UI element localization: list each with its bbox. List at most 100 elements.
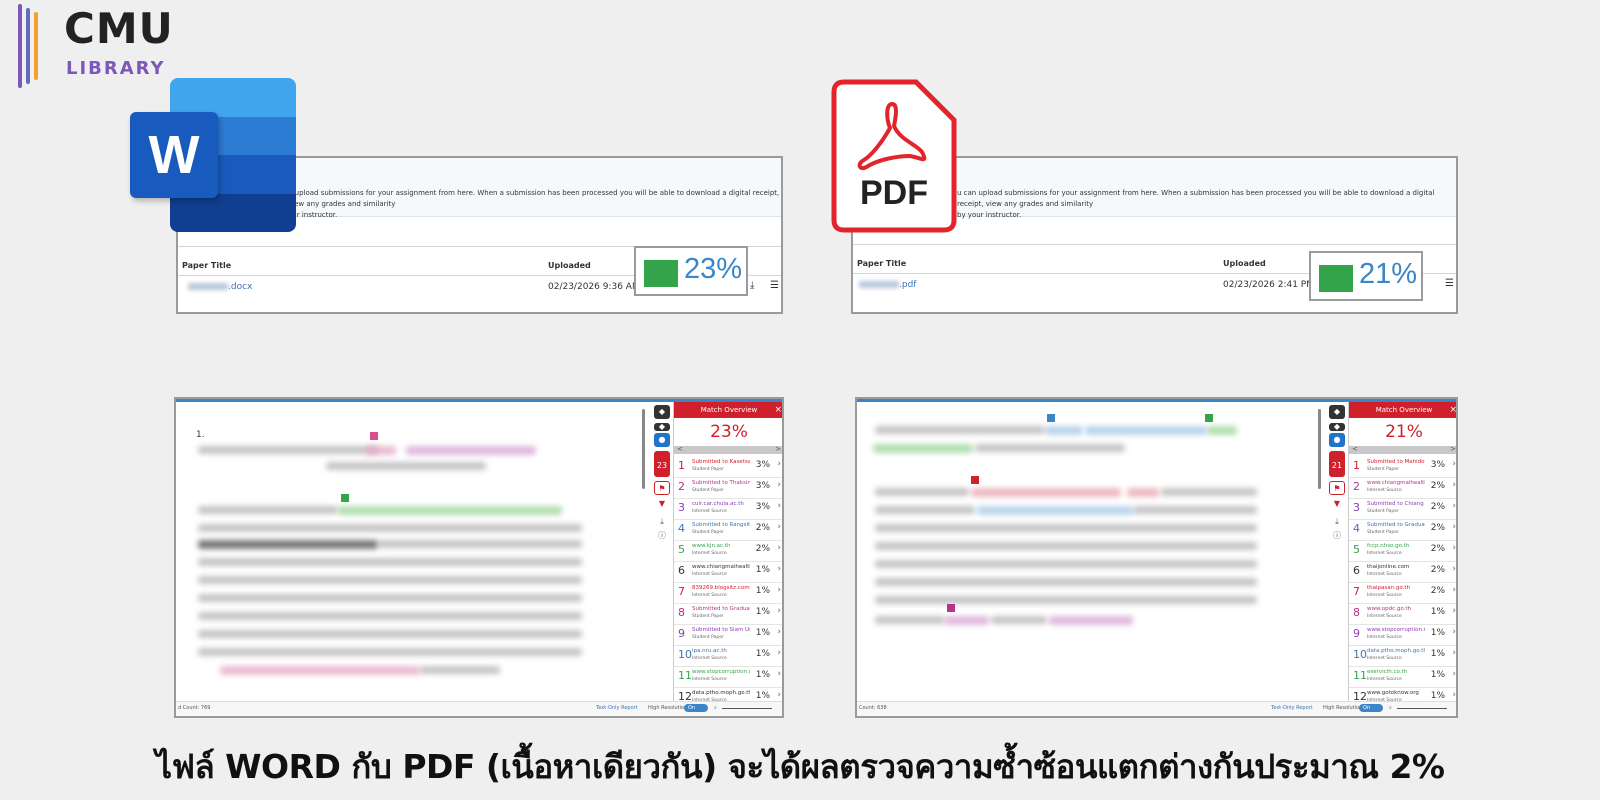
source-row[interactable]: 4 Submitted to Rangsit U... Student Paper 2… xyxy=(674,519,782,541)
layers-icon[interactable]: ◆ xyxy=(654,405,670,419)
highlighted-text[interactable] xyxy=(1049,616,1133,625)
source-row[interactable]: 3 cuir.car.chula.ac.th Internet Source 3% › xyxy=(674,498,782,520)
chevron-right-icon[interactable]: › xyxy=(1452,480,1456,490)
source-row[interactable]: 2 Submitted to Thaksin U... Student Paper 3… xyxy=(674,477,782,499)
highlighted-text[interactable] xyxy=(220,666,420,675)
high-resolution-toggle[interactable]: On xyxy=(684,704,708,712)
chevron-right-icon[interactable]: › xyxy=(777,606,781,616)
match-marker[interactable] xyxy=(370,432,378,440)
source-row[interactable]: 8 www.opdc.go.th Internet Source 1% › xyxy=(1349,603,1456,625)
highlighted-text[interactable] xyxy=(366,446,396,455)
source-row[interactable]: 10 ipa.nru.ac.th Internet Source 1% › xyxy=(674,645,782,667)
chevron-right-icon[interactable]: › xyxy=(1452,459,1456,469)
chevron-right-icon[interactable]: › xyxy=(777,543,781,553)
chevron-right-icon[interactable]: › xyxy=(1452,606,1456,616)
source-row[interactable]: 1 Submitted to Kasetsart... Student Paper 3… xyxy=(674,456,782,478)
chevron-right-icon[interactable]: › xyxy=(1452,648,1456,658)
comment-icon[interactable]: ● xyxy=(654,433,670,447)
source-row[interactable]: 10 data.ptho.moph.go.th Internet Source 1% › xyxy=(1349,645,1456,667)
close-icon[interactable]: × xyxy=(774,402,782,418)
flag-icon[interactable]: ⚑ xyxy=(654,481,670,495)
chevron-right-icon[interactable]: › xyxy=(1452,627,1456,637)
source-row[interactable]: 7 839269.blogsitz.com Internet Source 1% › xyxy=(674,582,782,604)
info-icon[interactable]: ⓘ xyxy=(1329,529,1345,543)
match-marker[interactable] xyxy=(1205,414,1213,422)
highlighted-text[interactable] xyxy=(873,444,973,453)
chevron-right-icon[interactable]: › xyxy=(1452,543,1456,553)
menu-icon[interactable]: ☰ xyxy=(770,280,779,291)
zoom-slider[interactable] xyxy=(722,708,772,709)
source-row[interactable]: 8 Submitted to Graduate... Student Paper 1%… xyxy=(674,603,782,625)
high-resolution-toggle[interactable]: On xyxy=(1359,704,1383,712)
source-row[interactable]: 11www.stopcorruption.m... Internet Source… xyxy=(674,666,782,688)
highlighted-text[interactable] xyxy=(971,488,1121,497)
highlighted-text[interactable] xyxy=(945,616,989,625)
filter-icon[interactable]: ▼ xyxy=(654,497,670,511)
info-icon[interactable]: ⓘ xyxy=(654,529,670,543)
similarity-score-box[interactable]: 21% xyxy=(1309,251,1423,301)
file-link[interactable]: .docx xyxy=(188,282,252,292)
source-row[interactable]: 6 www.chiangmaihealth.... Internet Source 1… xyxy=(674,561,782,583)
highlighted-text[interactable] xyxy=(1127,488,1159,497)
chevron-right-icon[interactable]: › xyxy=(777,585,781,595)
source-row[interactable]: 6 thaijonline.com Internet Source 2% › xyxy=(1349,561,1456,583)
chevron-right-icon[interactable]: › xyxy=(777,564,781,574)
source-row[interactable]: 7 thaipasan.go.th Internet Source 2% › xyxy=(1349,582,1456,604)
zoom-slider[interactable] xyxy=(1397,708,1447,709)
similarity-score-box[interactable]: 23% xyxy=(634,246,748,296)
file-link[interactable]: .pdf xyxy=(859,280,916,290)
chevron-right-icon[interactable]: › xyxy=(1452,522,1456,532)
zoom-icon[interactable]: ⌕ xyxy=(1389,705,1392,711)
highlighted-text[interactable] xyxy=(1207,426,1237,435)
highlighted-text[interactable] xyxy=(1085,426,1207,435)
chevron-right-icon[interactable]: › xyxy=(777,648,781,658)
text-only-report-link[interactable]: Text-Only Report xyxy=(596,705,638,711)
match-marker[interactable] xyxy=(971,476,979,484)
chevron-right-icon[interactable]: › xyxy=(1452,690,1456,700)
filter-icon[interactable]: ▼ xyxy=(1329,497,1345,511)
chevron-left-icon[interactable]: < xyxy=(677,445,683,453)
download-icon[interactable]: ⤓ xyxy=(1329,515,1345,529)
comment-icon[interactable]: ● xyxy=(1329,433,1345,447)
match-marker[interactable] xyxy=(1047,414,1055,422)
source-row[interactable]: 9 www.stopcorruption.m... Internet Source 1… xyxy=(1349,624,1456,646)
chevron-right-icon[interactable]: › xyxy=(777,669,781,679)
chevron-right-icon[interactable]: › xyxy=(777,501,781,511)
match-marker[interactable] xyxy=(341,494,349,502)
highlighted-text[interactable] xyxy=(977,506,1133,515)
chevron-right-icon[interactable]: > xyxy=(1450,445,1456,453)
document-scrollbar[interactable] xyxy=(1318,409,1321,489)
match-count-button[interactable]: 23 xyxy=(654,451,670,477)
close-icon[interactable]: × xyxy=(1449,402,1456,418)
chevron-right-icon[interactable]: › xyxy=(777,627,781,637)
match-count-button[interactable]: 21 xyxy=(1329,451,1345,477)
chevron-right-icon[interactable]: › xyxy=(1452,501,1456,511)
source-row[interactable]: 4 Submitted to Graduate ... Student Paper 2… xyxy=(1349,519,1456,541)
highlighted-text[interactable] xyxy=(406,446,536,455)
document-scrollbar[interactable] xyxy=(642,409,645,489)
layers-icon[interactable]: ◆ xyxy=(1329,423,1345,431)
chevron-right-icon[interactable]: › xyxy=(1452,564,1456,574)
download-icon[interactable]: ⤓ xyxy=(654,515,670,529)
highlighted-text[interactable] xyxy=(338,506,562,515)
chevron-right-icon[interactable]: › xyxy=(777,480,781,490)
source-row[interactable]: 3 Submitted to Chiang M... Student Paper 2%… xyxy=(1349,498,1456,520)
chevron-right-icon[interactable]: › xyxy=(777,522,781,532)
match-marker[interactable] xyxy=(947,604,955,612)
layers-icon[interactable]: ◆ xyxy=(1329,405,1345,419)
chevron-right-icon[interactable]: › xyxy=(1452,669,1456,679)
chevron-right-icon[interactable]: > xyxy=(775,445,781,453)
zoom-icon[interactable]: ⌕ xyxy=(714,705,717,711)
layers-icon[interactable]: ◆ xyxy=(654,423,670,431)
source-row[interactable]: 1 Submitted to Mahidol ... Student Paper 3%… xyxy=(1349,456,1456,478)
source-row[interactable]: 11 eservicih.co.th Internet Source 1% › xyxy=(1349,666,1456,688)
source-row[interactable]: 5 fccp.nhso.go.th Internet Source 2% › xyxy=(1349,540,1456,562)
chevron-right-icon[interactable]: › xyxy=(777,459,781,469)
chevron-right-icon[interactable]: › xyxy=(1452,585,1456,595)
download-icon[interactable]: ⤓ xyxy=(750,280,754,291)
chevron-right-icon[interactable]: › xyxy=(777,690,781,700)
flag-icon[interactable]: ⚑ xyxy=(1329,481,1345,495)
highlighted-text[interactable] xyxy=(1045,426,1083,435)
text-only-report-link[interactable]: Text-Only Report xyxy=(1271,705,1313,711)
source-row[interactable]: 5 www.kjn.ac.th Internet Source 2% › xyxy=(674,540,782,562)
